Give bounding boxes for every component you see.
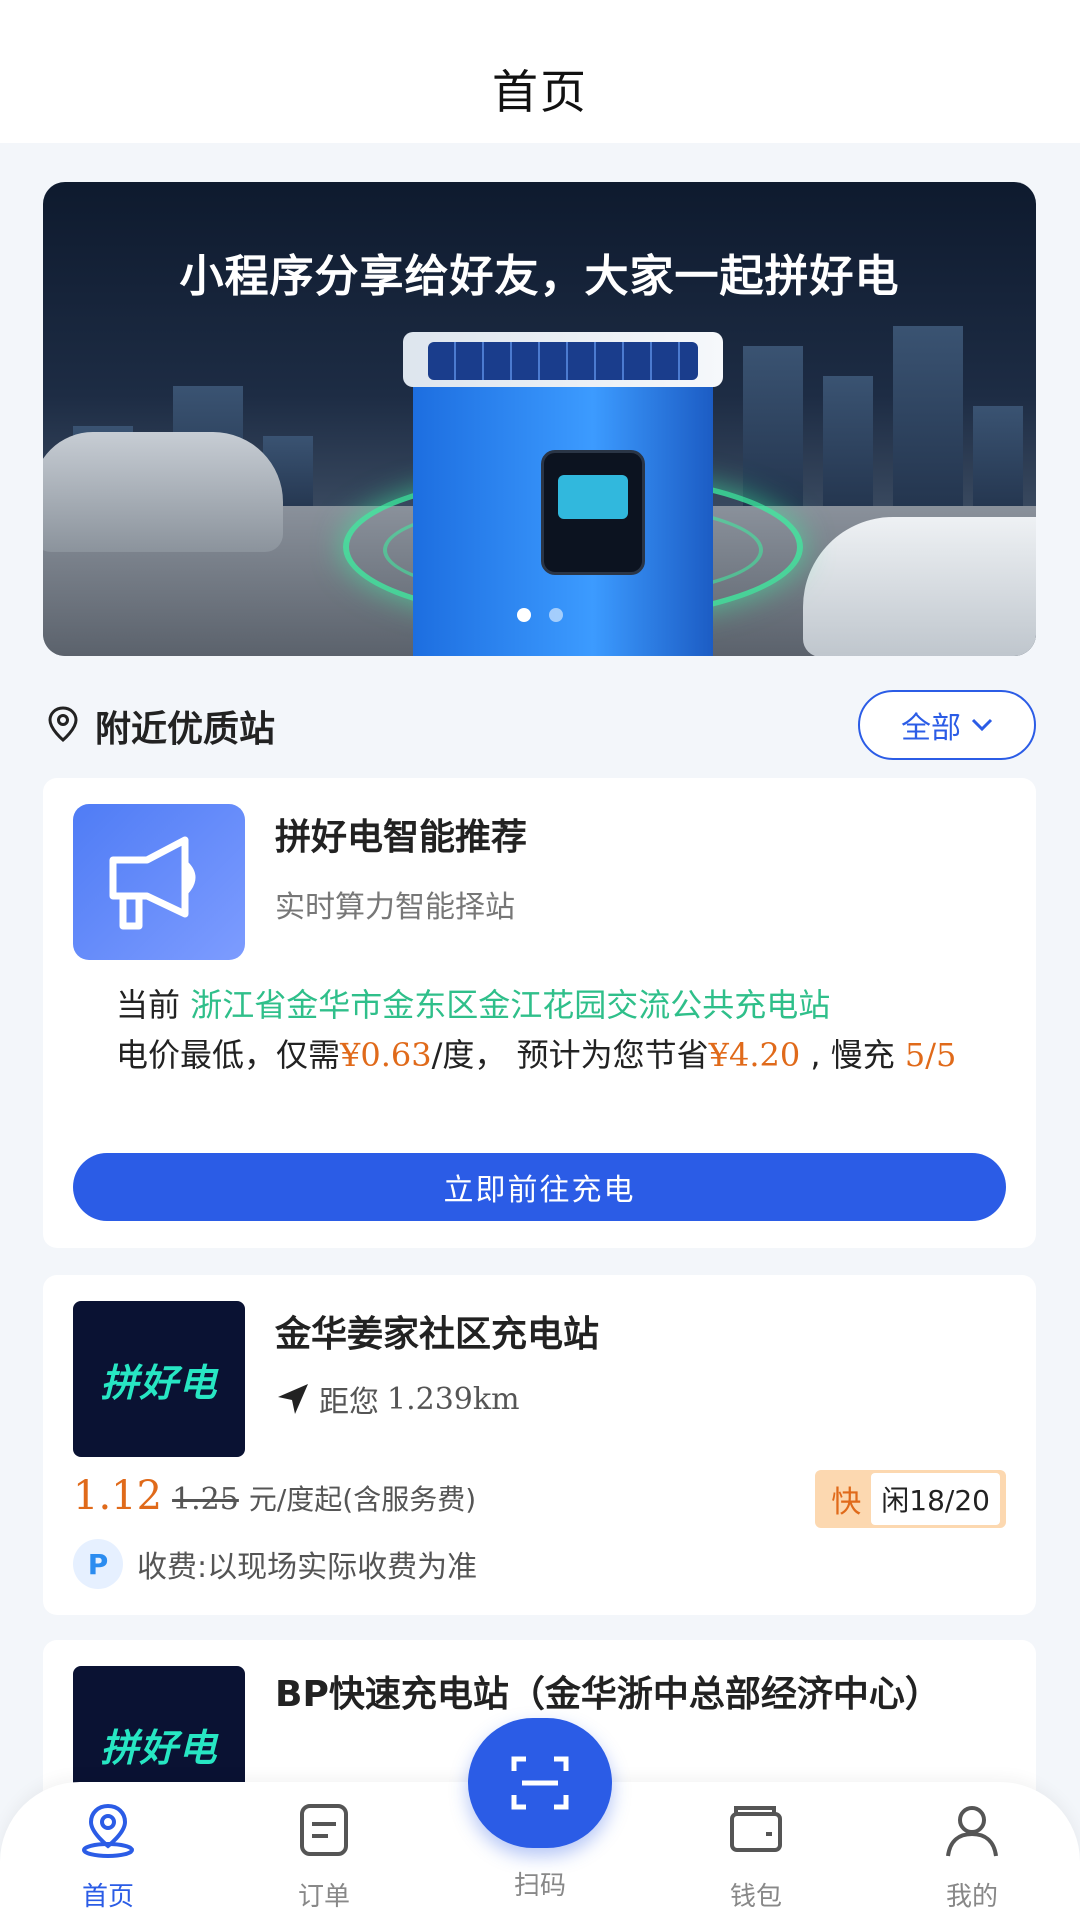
megaphone-icon xyxy=(109,836,196,930)
station-logo: 拼好电 xyxy=(73,1301,245,1457)
scan-icon xyxy=(511,1756,569,1810)
banner-dot-1[interactable] xyxy=(516,608,531,622)
nearby-section-header: 附近优质站 全部 xyxy=(43,690,1036,760)
idle-count: 闲18/20 xyxy=(871,1473,1000,1525)
parking-icon: P xyxy=(73,1539,123,1589)
recommend-title: 拼好电智能推荐 xyxy=(275,817,528,858)
price-current: 1.12 xyxy=(73,1473,163,1519)
banner-car-right xyxy=(803,517,1036,656)
smart-recommend-card: 拼好电智能推荐 实时算力智能择站 当前 浙江省金华市金东区金江花园交流公共充电站… xyxy=(43,778,1036,1248)
filter-label: 全部 xyxy=(901,711,961,746)
wallet-icon xyxy=(730,1806,782,1852)
user-profile-icon xyxy=(946,1806,998,1857)
banner-charger-screen xyxy=(541,450,645,575)
recommend-description: 当前 浙江省金华市金东区金江花园交流公共充电站 电价最低，仅需¥0.63/度， … xyxy=(116,986,957,1074)
scan-qr-button[interactable] xyxy=(468,1718,612,1848)
station-name: BP快速充电站（金华浙中总部经济中心） xyxy=(275,1674,941,1715)
order-list-icon xyxy=(300,1804,348,1856)
station-name: 金华姜家社区充电站 xyxy=(275,1314,600,1355)
chevron-down-icon xyxy=(971,718,993,732)
charger-status-badge: 快 闲18/20 xyxy=(815,1470,1006,1528)
recommend-icon-tile xyxy=(73,804,245,960)
nearby-section-title: 附近优质站 xyxy=(95,709,276,750)
tab-orders[interactable]: 订单 xyxy=(254,1800,394,1913)
filter-dropdown-button[interactable]: 全部 xyxy=(858,690,1036,760)
navigation-arrow-icon xyxy=(278,1384,308,1414)
page-title: 首页 xyxy=(492,65,588,119)
recommend-saving: ¥4.20 xyxy=(708,1036,801,1074)
banner-car-left xyxy=(43,432,283,552)
price-original: 1.25 xyxy=(172,1482,239,1517)
station-card[interactable]: 拼好电 金华姜家社区充电站 距您 1.239km 1.12 1.25 元/度起(… xyxy=(43,1275,1036,1615)
banner-pagination xyxy=(43,607,1036,626)
tab-mine[interactable]: 我的 xyxy=(902,1800,1042,1913)
tab-wallet[interactable]: 钱包 xyxy=(686,1800,826,1913)
recommend-slots: 5/5 xyxy=(904,1036,957,1074)
station-price: 1.12 1.25 元/度起(含服务费) xyxy=(73,1473,476,1519)
parking-fee-text: 收费:以现场实际收费为准 xyxy=(137,1550,478,1585)
parking-fee-row: P 收费:以现场实际收费为准 xyxy=(73,1539,477,1589)
tab-home[interactable]: 首页 xyxy=(38,1800,178,1913)
recommended-station-link[interactable]: 浙江省金华市金东区金江花园交流公共充电站 xyxy=(190,986,830,1024)
promo-banner[interactable]: 小程序分享给好友，大家一起拼好电 xyxy=(43,182,1036,656)
recommend-subtitle: 实时算力智能择站 xyxy=(275,890,515,925)
top-header: 首页 xyxy=(0,0,1080,143)
fast-charge-label: 快 xyxy=(831,1485,862,1520)
scan-label: 扫码 xyxy=(513,1871,566,1901)
go-charge-button[interactable]: 立即前往充电 xyxy=(73,1153,1006,1221)
banner-dot-2[interactable] xyxy=(548,608,563,622)
map-pin-home-icon xyxy=(82,1803,134,1858)
price-unit: 元/度起(含服务费) xyxy=(248,1483,477,1516)
banner-solar-panel xyxy=(428,342,698,380)
station-distance: 距您 1.239km xyxy=(275,1377,520,1421)
banner-headline: 小程序分享给好友，大家一起拼好电 xyxy=(179,251,900,302)
recommend-price: ¥0.63 xyxy=(340,1036,432,1074)
location-pin-icon xyxy=(48,706,78,742)
